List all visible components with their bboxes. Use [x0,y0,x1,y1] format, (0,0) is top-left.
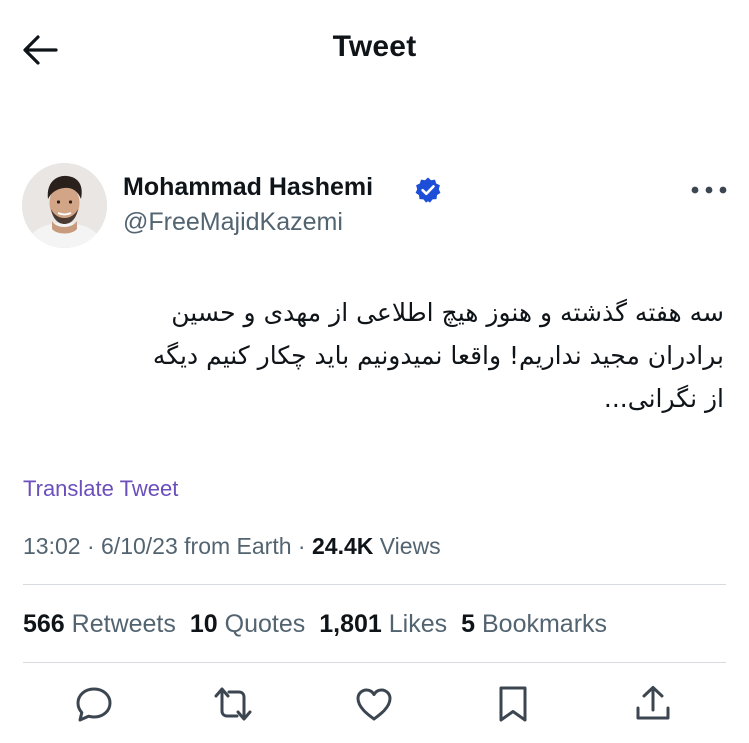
stat-label: Quotes [217,610,306,638]
stat-label: Retweets [64,610,176,638]
meta-separator: · [291,533,312,559]
likes-stat[interactable]: 1,801 Likes [319,610,447,639]
bookmark-button[interactable] [491,682,535,726]
top-bar: Tweet [0,0,749,100]
like-button[interactable] [352,682,396,726]
tweet-text-line: سه هفته گذشته و هنوز هیچ اطلاعی از مهدی … [171,298,724,327]
stat-count: 1,801 [319,610,382,638]
verified-badge-icon [415,177,441,203]
stat-count: 10 [189,610,218,638]
divider [23,662,726,663]
more-icon[interactable] [688,177,730,203]
retweet-icon [214,687,252,721]
author-name[interactable]: Mohammad Hashemi [123,173,373,202]
bookmarks-stat[interactable]: 5 Bookmarks [461,610,607,639]
reply-icon [76,687,112,722]
tweet-text-line: از نگرانی... [603,384,724,413]
retweet-button[interactable] [211,682,255,726]
share-icon [636,686,670,720]
tweet-stats: 566 Retweets 10 Quotes 1,801 Likes 5 Bookma… [23,610,621,639]
author-handle[interactable]: @FreeMajidKazemi [123,208,343,237]
stat-count: 566 [23,610,65,638]
share-button[interactable] [631,682,675,726]
views-count[interactable]: 24.4K [312,533,373,559]
stat-count: 5 [461,610,476,638]
tweet-time[interactable]: 13:02 [23,533,81,559]
views-label[interactable]: Views [373,533,441,559]
tweet-text: سه هفته گذشته و هنوز هیچ اطلاعی از مهدی … [30,291,724,420]
meta-separator: · [80,533,102,559]
retweets-stat[interactable]: 566 Retweets [23,610,176,639]
tweet-date[interactable]: 6/10/23 [101,533,178,559]
action-bar [0,682,749,728]
stat-label: Bookmarks [475,610,608,638]
tweet-source: from Earth [177,533,292,559]
tweet-text-line: برادران مجید نداریم! واقعا نمیدونیم باید… [152,341,724,370]
divider [23,584,726,585]
reply-button[interactable] [72,682,116,726]
translate-tweet-link[interactable]: Translate Tweet [23,476,178,502]
avatar[interactable] [22,163,107,248]
tweet-author: Mohammad Hashemi @FreeMajidKazemi [22,163,732,248]
page-title: Tweet [332,30,417,63]
quotes-stat[interactable]: 10 Quotes [190,610,305,639]
heart-icon [356,688,392,721]
stat-label: Likes [381,610,448,638]
bookmark-icon [499,686,527,722]
tweet-meta: 13:02 · 6/10/23 from Earth · 24.4K Views [23,533,441,560]
